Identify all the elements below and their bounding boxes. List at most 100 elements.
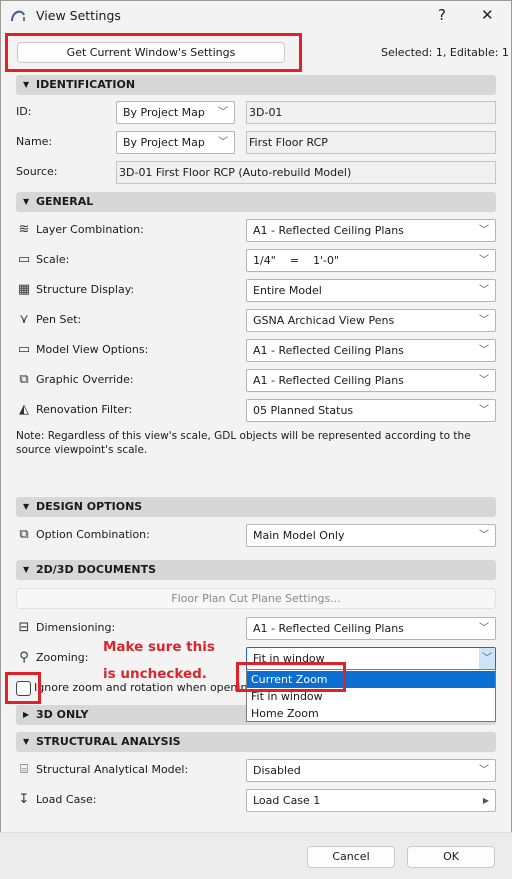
chevron-down-icon: ﹀ bbox=[218, 107, 228, 118]
section-structural-analysis[interactable]: ▼ STRUCTURAL ANALYSIS bbox=[16, 732, 496, 752]
collapse-triangle-icon: ▼ bbox=[23, 737, 30, 746]
annotation-line-2: is unchecked. bbox=[103, 666, 207, 682]
chevron-down-icon: ﹀ bbox=[479, 345, 489, 356]
graphic-override-icon: ⧉ bbox=[19, 372, 29, 387]
name-mode-dropdown[interactable]: By Project Map ﹀ bbox=[116, 131, 235, 154]
section-identification[interactable]: ▼ IDENTIFICATION bbox=[16, 75, 496, 95]
section-title: 2D/3D DOCUMENTS bbox=[36, 563, 156, 576]
collapse-triangle-icon: ▼ bbox=[23, 502, 30, 511]
dropdown-value: By Project Map bbox=[123, 136, 205, 149]
chevron-right-icon: ▶ bbox=[482, 796, 489, 805]
dropdown-value: By Project Map bbox=[123, 106, 205, 119]
dimensioning-icon: ⊟ bbox=[18, 620, 30, 635]
option-combination-icon: ⧉ bbox=[19, 527, 29, 542]
option-combination-label: Option Combination: bbox=[36, 528, 150, 541]
id-label: ID: bbox=[16, 105, 32, 118]
chevron-down-icon: ﹀ bbox=[479, 225, 489, 236]
help-button[interactable]: ? bbox=[438, 6, 446, 24]
name-field[interactable]: First Floor RCP bbox=[246, 131, 496, 154]
general-row-label: Structure Display: bbox=[36, 283, 135, 296]
general-row-dropdown[interactable]: A1 - Reflected Ceiling Plans ﹀ bbox=[246, 339, 496, 362]
dimensioning-dropdown[interactable]: A1 - Reflected Ceiling Plans ﹀ bbox=[246, 617, 496, 640]
expand-triangle-icon: ▶ bbox=[23, 710, 30, 719]
zoom-option-home-zoom[interactable]: Home Zoom bbox=[247, 705, 495, 722]
annotation-highlight-box bbox=[5, 672, 41, 704]
scale-note: Note: Regardless of this view's scale, G… bbox=[16, 430, 471, 456]
dimensioning-label: Dimensioning: bbox=[36, 621, 116, 634]
collapse-triangle-icon: ▼ bbox=[23, 80, 30, 89]
section-title: IDENTIFICATION bbox=[36, 78, 136, 91]
dropdown-value: 1/4" = 1'-0" bbox=[253, 254, 340, 267]
option-combination-dropdown[interactable]: Main Model Only ﹀ bbox=[246, 524, 496, 547]
general-row-label: Layer Combination: bbox=[36, 223, 144, 236]
section-2d3d-documents[interactable]: ▼ 2D/3D DOCUMENTS bbox=[16, 560, 496, 580]
floor-plan-cut-plane-button[interactable]: Floor Plan Cut Plane Settings... bbox=[16, 588, 496, 609]
annotation-line-1: Make sure this bbox=[103, 639, 215, 655]
load-case-label: Load Case: bbox=[36, 793, 97, 806]
ignore-zoom-label: Ignore zoom and rotation when opening bbox=[34, 681, 255, 694]
general-row-label: Graphic Override: bbox=[36, 373, 134, 386]
get-current-window-settings-button[interactable]: Get Current Window's Settings bbox=[17, 42, 285, 63]
ok-button[interactable]: OK bbox=[407, 846, 495, 868]
section-design-options[interactable]: ▼ DESIGN OPTIONS bbox=[16, 497, 496, 517]
dropdown-value: Load Case 1 bbox=[253, 794, 321, 807]
general-row-dropdown[interactable]: 05 Planned Status ﹀ bbox=[246, 399, 496, 422]
dropdown-value: A1 - Reflected Ceiling Plans bbox=[253, 224, 404, 237]
general-row-label: Pen Set: bbox=[36, 313, 82, 326]
general-row-dropdown[interactable]: GSNA Archicad View Pens ﹀ bbox=[246, 309, 496, 332]
chevron-down-icon: ﹀ bbox=[479, 765, 489, 776]
magnifier-icon: ⚲ bbox=[19, 650, 29, 665]
chevron-down-icon: ﹀ bbox=[479, 255, 489, 266]
pen-icon: ⋎ bbox=[19, 312, 29, 327]
general-row-label: Scale: bbox=[36, 253, 70, 266]
model-view-icon: ▭ bbox=[17, 342, 31, 357]
section-title: 3D ONLY bbox=[36, 708, 89, 721]
archicad-logo-icon bbox=[10, 7, 25, 22]
general-row-dropdown[interactable]: 1/4" = 1'-0" ﹀ bbox=[246, 249, 496, 272]
chevron-down-icon: ﹀ bbox=[479, 623, 489, 634]
layers-icon: ≋ bbox=[18, 222, 30, 237]
id-field[interactable]: 3D-01 bbox=[246, 101, 496, 124]
close-button[interactable]: ✕ bbox=[481, 6, 494, 24]
structure-display-icon: ▦ bbox=[17, 282, 31, 297]
scale-icon: ▭ bbox=[17, 252, 31, 267]
load-case-icon: ↧ bbox=[18, 792, 30, 807]
section-title: STRUCTURAL ANALYSIS bbox=[36, 735, 181, 748]
structural-model-icon: ⌸ bbox=[20, 762, 28, 777]
dropdown-value: A1 - Reflected Ceiling Plans bbox=[253, 374, 404, 387]
collapse-triangle-icon: ▼ bbox=[23, 197, 30, 206]
dialog-title: View Settings bbox=[36, 8, 121, 23]
general-row-dropdown[interactable]: Entire Model ﹀ bbox=[246, 279, 496, 302]
id-mode-dropdown[interactable]: By Project Map ﹀ bbox=[116, 101, 235, 124]
selection-status: Selected: 1, Editable: 1 bbox=[381, 46, 509, 59]
dropdown-value: A1 - Reflected Ceiling Plans bbox=[253, 622, 404, 635]
load-case-dropdown[interactable]: Load Case 1 ▶ bbox=[246, 789, 496, 812]
renovation-icon: ◭ bbox=[19, 402, 29, 417]
dropdown-value: Disabled bbox=[253, 764, 301, 777]
name-label: Name: bbox=[16, 135, 53, 148]
chevron-down-icon: ﹀ bbox=[218, 137, 228, 148]
dropdown-value: A1 - Reflected Ceiling Plans bbox=[253, 344, 404, 357]
chevron-down-icon: ﹀ bbox=[479, 285, 489, 296]
chevron-down-icon: ﹀ bbox=[479, 530, 489, 541]
general-row-dropdown[interactable]: A1 - Reflected Ceiling Plans ﹀ bbox=[246, 369, 496, 392]
general-row-dropdown[interactable]: A1 - Reflected Ceiling Plans ﹀ bbox=[246, 219, 496, 242]
zooming-label: Zooming: bbox=[36, 651, 89, 664]
dropdown-value: Entire Model bbox=[253, 284, 322, 297]
source-field: 3D-01 First Floor RCP (Auto-rebuild Mode… bbox=[116, 161, 496, 184]
general-row-label: Model View Options: bbox=[36, 343, 149, 356]
section-title: DESIGN OPTIONS bbox=[36, 500, 143, 513]
dropdown-value: GSNA Archicad View Pens bbox=[253, 314, 395, 327]
source-label: Source: bbox=[16, 165, 58, 178]
dropdown-value: Main Model Only bbox=[253, 529, 345, 542]
section-title: GENERAL bbox=[36, 195, 94, 208]
chevron-down-icon: ﹀ bbox=[479, 405, 489, 416]
section-general[interactable]: ▼ GENERAL bbox=[16, 192, 496, 212]
collapse-triangle-icon: ▼ bbox=[23, 565, 30, 574]
chevron-down-icon: ﹀ bbox=[479, 648, 495, 669]
structural-model-label: Structural Analytical Model: bbox=[36, 763, 189, 776]
chevron-down-icon: ﹀ bbox=[479, 315, 489, 326]
general-row-label: Renovation Filter: bbox=[36, 403, 133, 416]
cancel-button[interactable]: Cancel bbox=[307, 846, 395, 868]
structural-model-dropdown[interactable]: Disabled ﹀ bbox=[246, 759, 496, 782]
